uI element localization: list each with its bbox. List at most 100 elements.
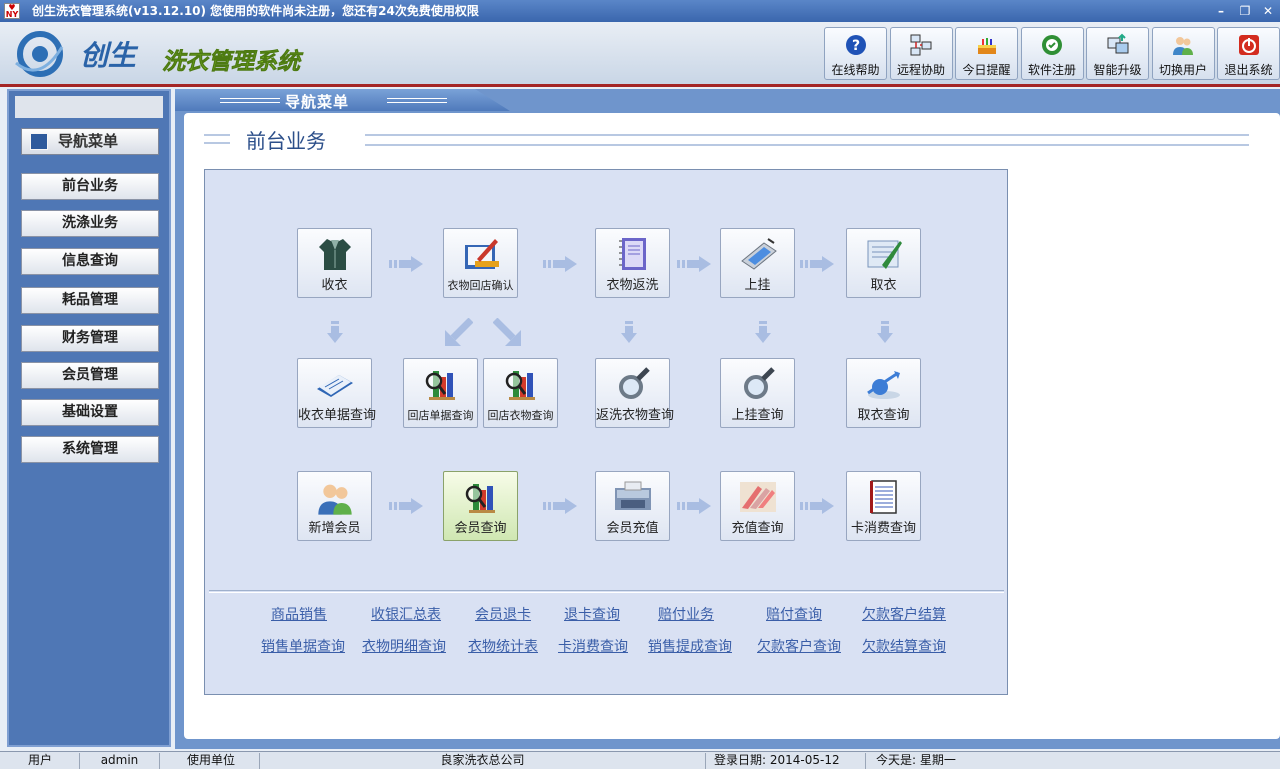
sidebar-item-0[interactable]: 前台业务 — [21, 173, 159, 200]
sidebar-item-1[interactable]: 洗涤业务 — [21, 210, 159, 237]
func-row2-2-button[interactable]: 回店衣物查询 — [483, 358, 558, 428]
sidebar-item-4[interactable]: 财务管理 — [21, 325, 159, 352]
link-row2-5[interactable]: 欠款客户查询 — [757, 636, 841, 656]
flow-arrow-right-icon — [543, 498, 577, 517]
link-4[interactable]: 赔付业务 — [658, 604, 714, 624]
func-row3-3-button[interactable]: 充值查询 — [720, 471, 795, 541]
status-user-label: 用户 — [0, 753, 80, 769]
exit-label: 退出系统 — [1224, 63, 1273, 77]
help-button[interactable]: ? 在线帮助 — [824, 27, 887, 80]
switch-button[interactable]: 切换用户 — [1151, 27, 1215, 80]
close-button[interactable]: ✕ — [1259, 3, 1277, 19]
link-row2-6[interactable]: 欠款结算查询 — [862, 636, 946, 656]
flow-arrow-down-icon — [755, 321, 771, 346]
chart-search-icon — [461, 478, 501, 516]
flow-arrow-right-icon — [677, 498, 711, 517]
func-row2-0-button[interactable]: 收衣单据查询 — [297, 358, 376, 428]
sidebar-item-2[interactable]: 信息查询 — [21, 248, 159, 275]
func-row3-2-button[interactable]: 会员充值 — [595, 471, 670, 541]
func-row2-5-button[interactable]: 取衣查询 — [846, 358, 921, 428]
func-row1-1-button[interactable]: 衣物回店确认 — [443, 228, 518, 298]
func-label: 上挂查询 — [731, 408, 784, 423]
register-button[interactable]: 软件注册 — [1020, 27, 1084, 80]
clothes-icon — [315, 235, 355, 273]
upgrade-button[interactable]: 智能升级 — [1086, 27, 1149, 80]
remote-label: 远程协助 — [896, 63, 945, 77]
status-user-value: admin — [80, 753, 160, 769]
globe-arrow-icon — [864, 365, 904, 403]
sidebar-item-5[interactable]: 会员管理 — [21, 362, 159, 389]
link-5[interactable]: 赔付查询 — [766, 604, 822, 624]
flow-arrow-right-icon — [389, 256, 423, 275]
flow-arrow-right-icon — [389, 498, 423, 517]
sidebar-top-bar — [15, 96, 163, 118]
exit-button[interactable]: 退出系统 — [1217, 27, 1280, 80]
func-row3-1-button[interactable]: 会员查询 — [443, 471, 518, 541]
cash-icon — [738, 478, 778, 516]
svg-text:?: ? — [851, 38, 859, 54]
func-label: 返洗衣物查询 — [596, 408, 675, 423]
link-1[interactable]: 收银汇总表 — [371, 604, 441, 624]
flow-arrow-right-icon — [677, 256, 711, 275]
flow-arrow-down-icon — [621, 321, 637, 346]
status-unit-value: 良家洗衣总公司 — [260, 753, 706, 769]
link-2[interactable]: 会员退卡 — [475, 604, 531, 624]
power-icon — [1237, 33, 1261, 57]
sidebar-item-6[interactable]: 基础设置 — [21, 399, 159, 426]
chart-search-icon — [501, 365, 541, 403]
link-row2-4[interactable]: 销售提成查询 — [648, 636, 732, 656]
func-row2-4-button[interactable]: 上挂查询 — [720, 358, 795, 428]
link-0[interactable]: 商品销售 — [271, 604, 327, 624]
status-login-date: 登录日期: 2014-05-12 — [706, 753, 866, 769]
func-row1-2-button[interactable]: 衣物返洗 — [595, 228, 670, 298]
panel-divider — [209, 590, 1004, 593]
register-label: 软件注册 — [1027, 63, 1076, 77]
func-label: 会员查询 — [454, 521, 507, 536]
func-row1-3-button[interactable]: 上挂 — [720, 228, 795, 298]
header-divider — [0, 84, 1280, 87]
func-label: 充值查询 — [731, 521, 784, 536]
func-row1-0-button[interactable]: 收衣 — [297, 228, 372, 298]
func-label: 回店衣物查询 — [487, 409, 554, 422]
func-row3-0-button[interactable]: 新增会员 — [297, 471, 372, 541]
func-label: 取衣查询 — [857, 408, 910, 423]
func-label: 衣物回店确认 — [447, 279, 514, 292]
function-panel: 收衣 衣物回店确认 衣物返洗 上挂 取衣收衣单据查询 回店单据查询 回店衣物查询 返洗衣物查询… — [204, 169, 1008, 695]
func-label: 取衣 — [870, 278, 897, 293]
switch-label: 切换用户 — [1158, 63, 1207, 77]
sidebar-item-3[interactable]: 耗品管理 — [21, 287, 159, 314]
sidebar: 导航菜单 前台业务洗涤业务信息查询耗品管理财务管理会员管理基础设置系统管理 — [7, 89, 171, 747]
help-label: 在线帮助 — [831, 63, 880, 77]
func-row3-4-button[interactable]: 卡消费查询 — [846, 471, 921, 541]
nav-tab-title: 导航菜单 — [285, 93, 350, 111]
func-label: 衣物返洗 — [606, 278, 659, 293]
flow-arrow-downleft-icon — [443, 317, 474, 351]
link-3[interactable]: 退卡查询 — [564, 604, 620, 624]
book-icon — [315, 365, 355, 403]
link-row2-3[interactable]: 卡消费查询 — [558, 636, 628, 656]
sidebar-item-7[interactable]: 系统管理 — [21, 436, 159, 463]
link-row2-0[interactable]: 销售单据查询 — [261, 636, 345, 656]
func-row2-3-button[interactable]: 返洗衣物查询 — [595, 358, 675, 428]
help-icon: ? — [844, 33, 868, 57]
link-6[interactable]: 欠款客户结算 — [862, 604, 946, 624]
nav-menu-label: 导航菜单 — [58, 132, 119, 150]
func-row1-4-button[interactable]: 取衣 — [846, 228, 921, 298]
users-icon — [1171, 33, 1195, 57]
func-row2-1-button[interactable]: 回店单据查询 — [403, 358, 478, 428]
minimize-button[interactable]: – — [1212, 3, 1230, 19]
users-icon — [315, 478, 355, 516]
link-row2-1[interactable]: 衣物明细查询 — [362, 636, 446, 656]
title-bar: ♥ NY 创生洗衣管理系统(v13.12.10) 您使用的软件尚未注册，您还有24… — [0, 0, 1280, 22]
flow-arrow-down-icon — [877, 321, 893, 346]
pickup-icon — [864, 235, 904, 273]
reminder-button[interactable]: 今日提醒 — [955, 27, 1018, 80]
remote-button[interactable]: 远程协助 — [889, 27, 953, 80]
link-row2-2[interactable]: 衣物统计表 — [468, 636, 538, 656]
status-unit-label: 使用单位 — [160, 753, 260, 769]
restore-button[interactable]: ❐ — [1236, 3, 1254, 19]
cake-icon — [975, 33, 999, 57]
magnifier-icon — [613, 365, 653, 403]
chart-search-icon — [421, 365, 461, 403]
magnifier-icon — [738, 365, 778, 403]
